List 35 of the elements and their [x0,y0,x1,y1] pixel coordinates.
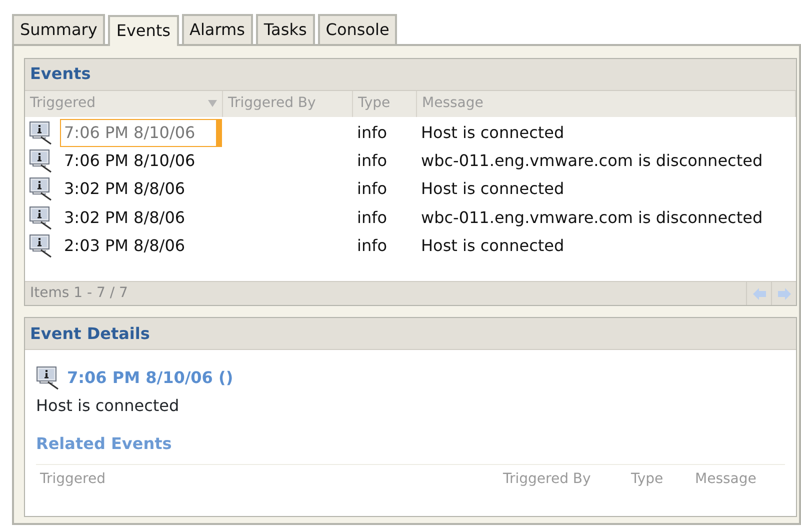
table-cell: Host is connected [421,179,564,198]
table-cell: info [357,208,388,227]
event-icon [29,120,54,145]
table-cell: info [357,151,388,170]
right-arrow-icon [776,286,792,300]
tab[interactable]: Console [318,14,398,44]
sort-icon [208,100,217,108]
table-cell: info [357,122,388,142]
table-cell: Host is connected [421,122,564,142]
tab[interactable]: Tasks [256,14,315,44]
table-cell: info [357,179,388,198]
table-cell: Host is connected [421,236,564,256]
panel-title: Event Details [30,322,150,344]
table-cell[interactable]: 3:02 PM 8/8/06 [60,204,190,232]
item-count: Items 1 - 7 / 7 [30,284,129,303]
table-cell[interactable]: 7:06 PM 8/10/06 [60,147,200,176]
table-cell: info [357,236,388,256]
event-icon [36,366,61,390]
event-description: Host is connected [36,395,180,417]
table-cell[interactable]: 3:02 PM 8/8/06 [60,175,190,204]
event-icon [29,206,54,230]
section-title: Related Events [36,432,785,465]
tab[interactable]: Summary [12,14,106,44]
left-arrow-icon [752,286,766,300]
event-icon [29,177,54,202]
panel-title: Events [30,63,91,86]
table-cell: wbc-011.eng.vmware.com is disconnected [421,208,763,227]
tab[interactable]: Events [108,15,178,46]
table-cell[interactable]: 7:06 PM 8/10/06 [60,118,222,147]
event-icon [29,149,54,174]
event-title: 7:06 PM 8/10/06 () [67,367,234,389]
event-icon [29,234,54,258]
tab[interactable]: Alarms [182,14,253,44]
table-cell[interactable]: 2:03 PM 8/8/06 [60,232,190,260]
table-cell: wbc-011.eng.vmware.com is disconnected [421,151,763,170]
